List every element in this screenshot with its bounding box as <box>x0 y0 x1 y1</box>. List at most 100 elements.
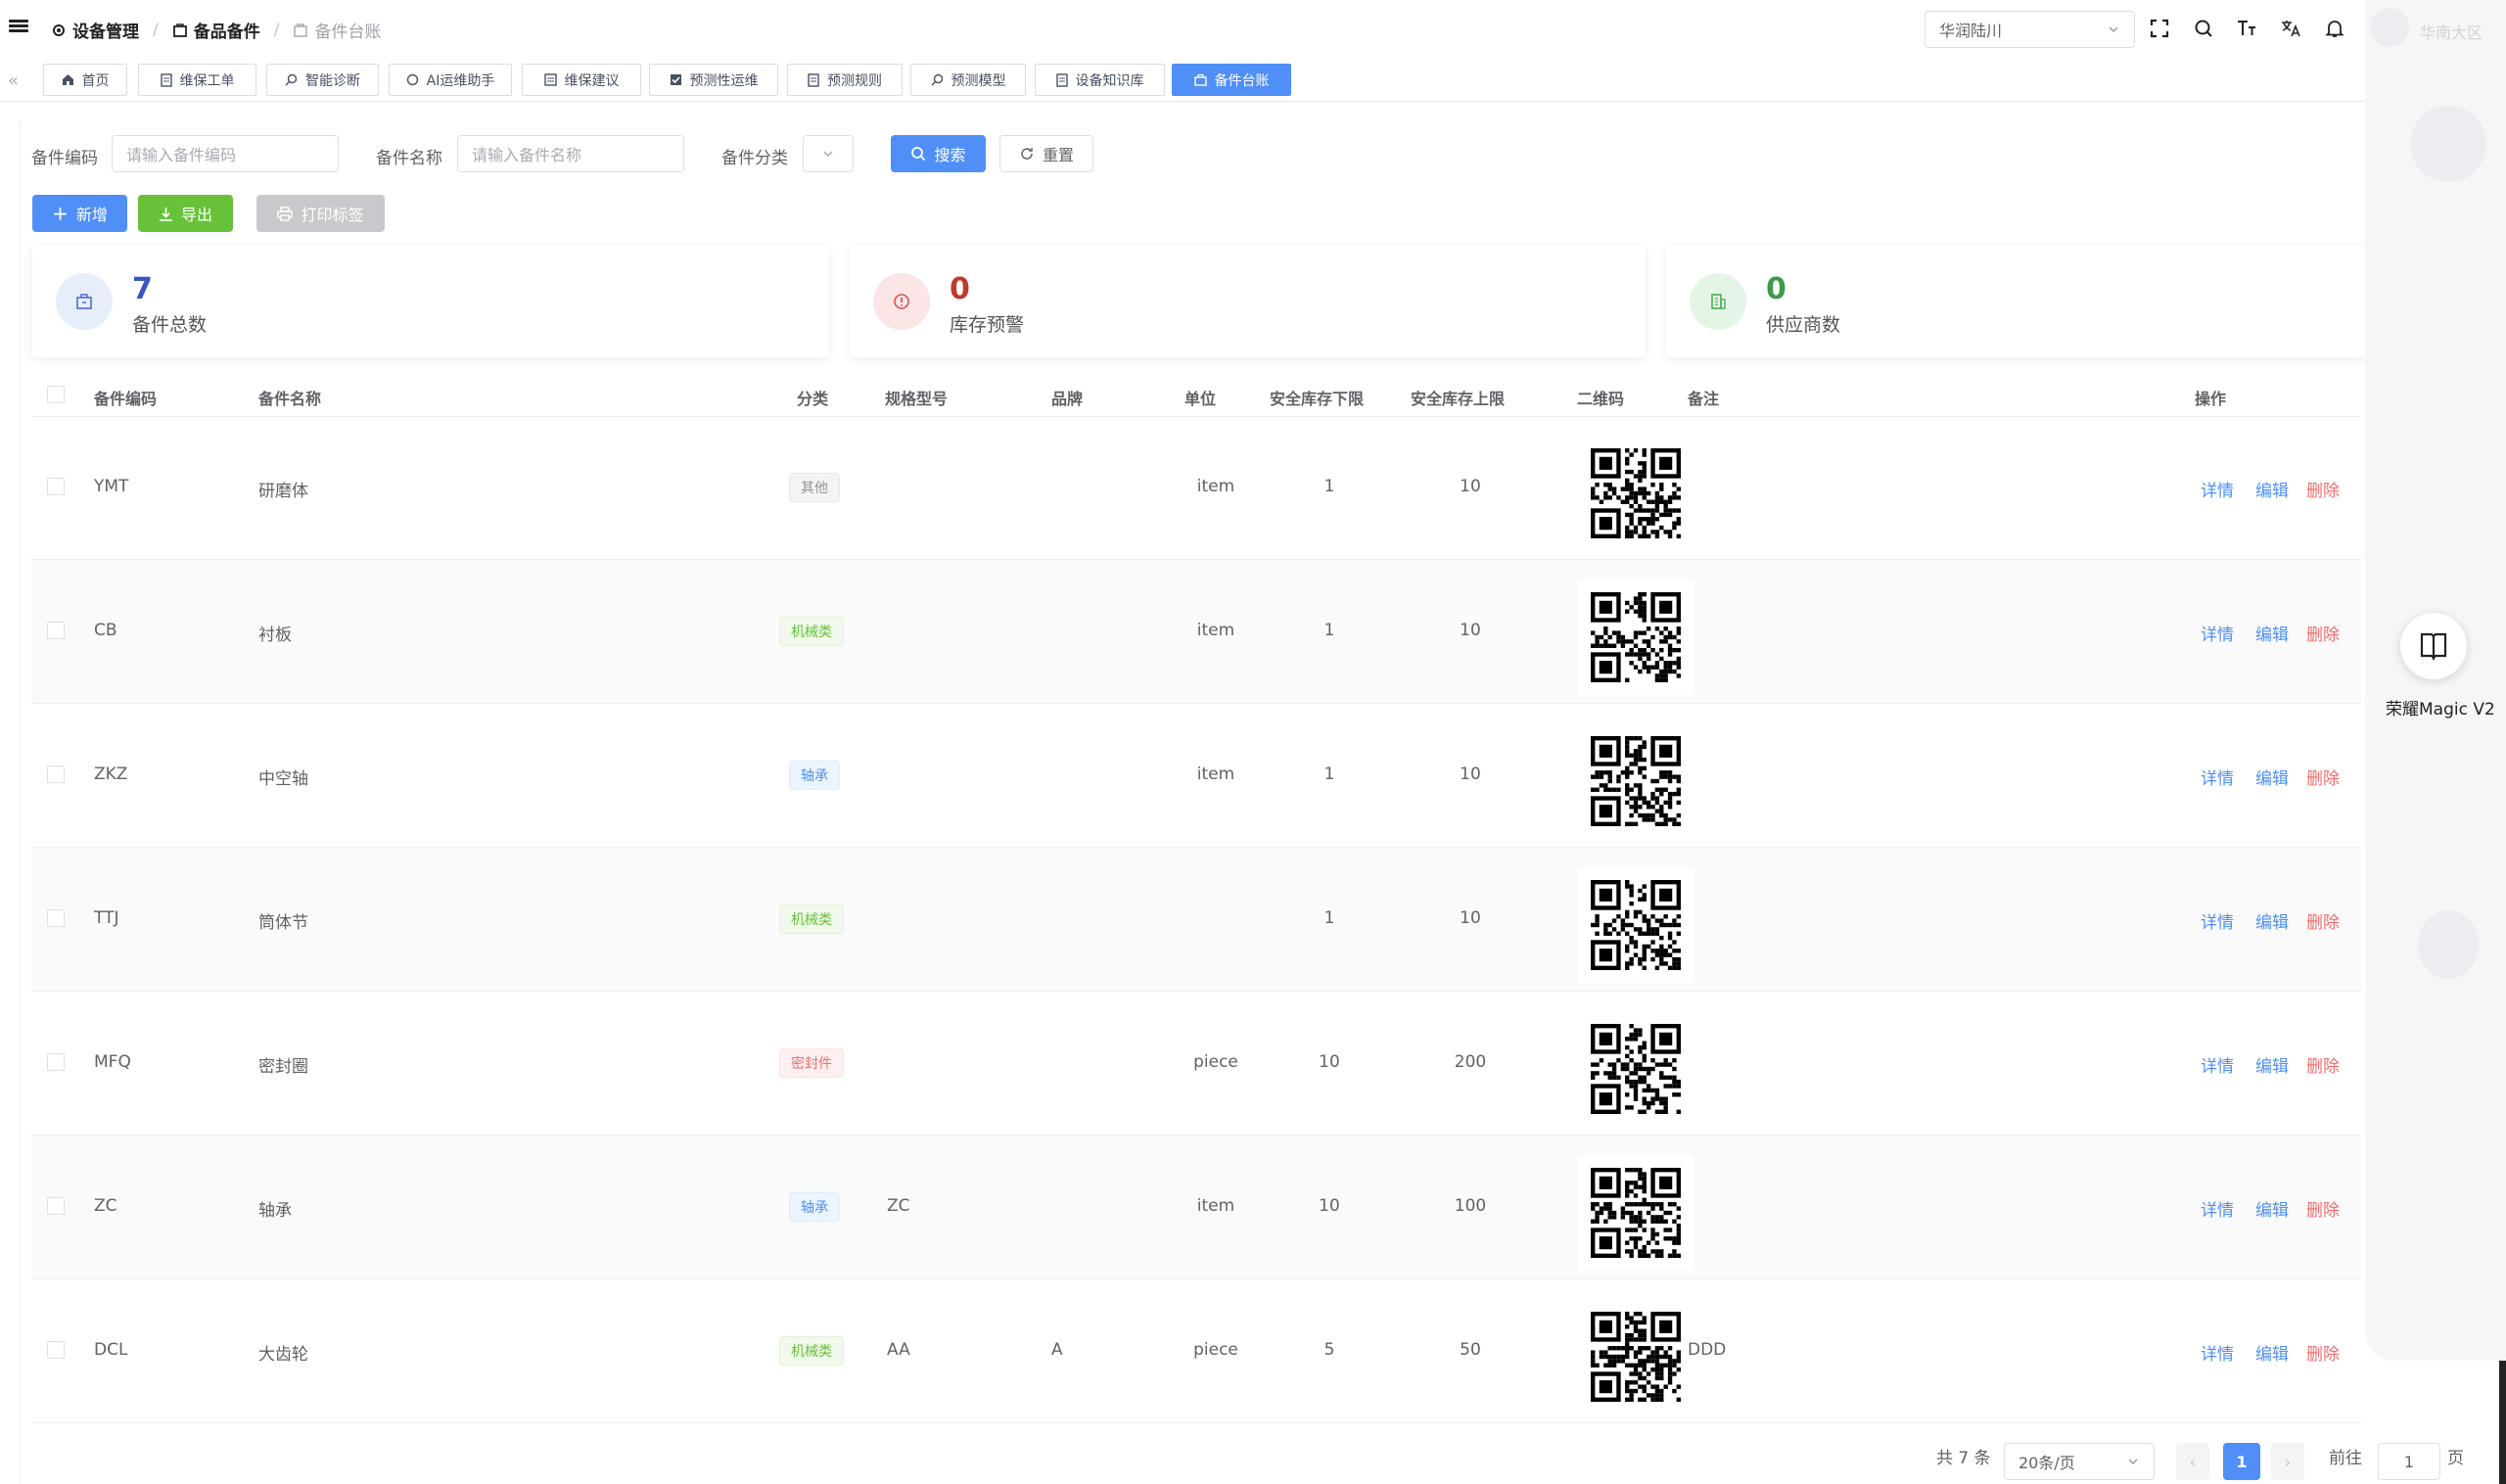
cell-unit: piece <box>1193 1052 1238 1072</box>
search-icon[interactable] <box>2191 16 2216 41</box>
region-select[interactable]: 华润陆川 <box>1925 11 2135 48</box>
detail-link[interactable]: 详情 <box>2201 1196 2234 1221</box>
reset-button[interactable]: 重置 <box>999 135 1093 172</box>
search-icon <box>285 73 298 86</box>
fullscreen-icon[interactable] <box>2147 16 2172 41</box>
edit-link[interactable]: 编辑 <box>2255 477 2289 501</box>
delete-link[interactable]: 删除 <box>2306 1052 2340 1077</box>
tab-maintenance-order[interactable]: 维保工单 <box>138 64 256 96</box>
row-checkbox[interactable] <box>47 765 65 783</box>
name-search-input[interactable]: 请输入备件名称 <box>457 135 684 172</box>
detail-link[interactable]: 详情 <box>2201 908 2234 933</box>
assistant-avatar[interactable] <box>2418 910 2479 979</box>
code-search-input[interactable]: 请输入备件编码 <box>112 135 339 172</box>
detail-link[interactable]: 详情 <box>2201 1340 2234 1365</box>
detail-link[interactable]: 详情 <box>2201 765 2234 789</box>
top-bar: 设备管理 / 备品备件 / 备件台账 华润陆川 <box>0 0 2506 59</box>
tab-label: 预测性运维 <box>689 72 759 89</box>
qrcode-image[interactable] <box>1578 436 1694 551</box>
edit-link[interactable]: 编辑 <box>2255 1196 2289 1221</box>
table-row[interactable]: DCL 大齿轮 机械类 AA Apiece 5 50 DDD 详情 编辑 删除 <box>31 1279 2361 1423</box>
name-search-placeholder: 请输入备件名称 <box>472 146 582 164</box>
edit-link[interactable]: 编辑 <box>2255 1052 2289 1077</box>
qrcode-image[interactable] <box>1578 867 1694 983</box>
search-button[interactable]: 搜索 <box>891 135 986 172</box>
tab-knowledge-base[interactable]: 设备知识库 <box>1035 64 1165 96</box>
detail-link[interactable]: 详情 <box>2201 621 2234 645</box>
detail-link[interactable]: 详情 <box>2201 477 2234 501</box>
delete-link[interactable]: 删除 <box>2306 908 2340 933</box>
cell-unit: item <box>1196 477 1235 496</box>
menu-toggle-icon[interactable] <box>9 18 28 37</box>
table-row[interactable]: CB 衬板 机械类 item 1 10 详情 编辑 删除 <box>31 560 2361 704</box>
double-chevron-left-icon[interactable]: « <box>8 70 19 91</box>
edit-link[interactable]: 编辑 <box>2255 908 2289 933</box>
tab-ai-assistant[interactable]: AI运维助手 <box>389 64 512 96</box>
bell-icon[interactable] <box>2322 16 2347 41</box>
edit-link[interactable]: 编辑 <box>2255 1340 2289 1365</box>
qrcode-image[interactable] <box>1578 1299 1694 1414</box>
category-tag: 其他 <box>789 473 840 502</box>
row-checkbox[interactable] <box>47 1341 65 1359</box>
app-root: 设备管理 / 备品备件 / 备件台账 华润陆川 « 首页 维保工单 智能诊断 A… <box>0 0 2506 1484</box>
tab-spare-parts-ledger[interactable]: 备件台账 <box>1172 64 1291 96</box>
row-checkbox[interactable] <box>47 909 65 927</box>
export-button[interactable]: 导出 <box>138 195 233 232</box>
next-page-button[interactable]: › <box>2271 1443 2304 1480</box>
category-select[interactable] <box>803 135 854 172</box>
edit-link[interactable]: 编辑 <box>2255 765 2289 789</box>
tab-prediction-models[interactable]: 预测模型 <box>910 64 1026 96</box>
select-all-checkbox[interactable] <box>47 386 65 403</box>
qrcode-image[interactable] <box>1578 1011 1694 1127</box>
add-button[interactable]: + 新增 <box>32 195 127 232</box>
scrollbar-thumb[interactable] <box>2499 1361 2506 1484</box>
doc-icon <box>1055 72 1068 87</box>
breadcrumb-item[interactable]: 备品备件 <box>172 18 260 42</box>
table-row[interactable]: TTJ 筒体节 机械类 1 10 详情 编辑 删除 <box>31 848 2361 992</box>
font-size-icon[interactable] <box>2234 16 2259 41</box>
prev-page-button[interactable]: ‹ <box>2176 1443 2209 1480</box>
row-checkbox[interactable] <box>47 478 65 495</box>
qrcode-image[interactable] <box>1578 580 1694 695</box>
qrcode-image[interactable] <box>1578 723 1694 839</box>
page-1-button[interactable]: 1 <box>2223 1443 2260 1480</box>
table-row[interactable]: MFQ 密封圈 密封件 piece 10 200 详情 编辑 删除 <box>31 992 2361 1136</box>
delete-link[interactable]: 删除 <box>2306 477 2340 501</box>
qrcode-image[interactable] <box>1578 1155 1694 1271</box>
stat-circle <box>873 273 930 330</box>
cell-max-stock: 10 <box>1460 477 1481 496</box>
cell-name: 中空轴 <box>258 769 308 789</box>
edit-link[interactable]: 编辑 <box>2255 621 2289 645</box>
user-avatar[interactable] <box>2370 8 2409 47</box>
translate-icon[interactable] <box>2278 16 2303 41</box>
table-row[interactable]: ZC 轴承 轴承 ZC item 10 100 详情 编辑 删除 <box>31 1136 2361 1279</box>
delete-link[interactable]: 删除 <box>2306 621 2340 645</box>
print-label-button[interactable]: 打印标签 <box>256 195 385 232</box>
row-checkbox[interactable] <box>47 1197 65 1215</box>
detail-link[interactable]: 详情 <box>2201 1052 2234 1077</box>
tab-home[interactable]: 首页 <box>43 64 127 96</box>
assistant-avatar[interactable] <box>2410 106 2486 182</box>
user-name[interactable]: 华南大区 <box>2420 20 2483 43</box>
cell-name: 研磨体 <box>258 482 308 501</box>
row-checkbox[interactable] <box>47 622 65 639</box>
row-checkbox[interactable] <box>47 1053 65 1071</box>
cell-unit: item <box>1196 765 1235 784</box>
breadcrumb-item[interactable]: 设备管理 <box>51 18 139 42</box>
category-tag: 轴承 <box>789 1192 840 1222</box>
tab-smart-diagnosis[interactable]: 智能诊断 <box>266 64 379 96</box>
table-row[interactable]: ZKZ 中空轴 轴承 item 1 10 详情 编辑 删除 <box>31 704 2361 848</box>
table-row[interactable]: YMT 研磨体 其他 item 1 10 详情 编辑 删除 <box>31 416 2361 560</box>
tab-maintenance-advice[interactable]: 维保建议 <box>522 64 641 96</box>
breadcrumb-label: 备品备件 <box>193 23 260 42</box>
stat-value: 0 <box>950 272 970 306</box>
tab-predictive-maintenance[interactable]: 预测性运维 <box>649 64 778 96</box>
page-size-select[interactable]: 20条/页 <box>2004 1443 2155 1480</box>
delete-link[interactable]: 删除 <box>2306 765 2340 789</box>
goto-page-input[interactable]: 1 <box>2378 1443 2440 1480</box>
breadcrumb: 设备管理 / 备品备件 / 备件台账 <box>51 18 381 42</box>
delete-link[interactable]: 删除 <box>2306 1340 2340 1365</box>
float-device-button[interactable] <box>2400 613 2467 679</box>
delete-link[interactable]: 删除 <box>2306 1196 2340 1221</box>
tab-prediction-rules[interactable]: 预测规则 <box>787 64 903 96</box>
